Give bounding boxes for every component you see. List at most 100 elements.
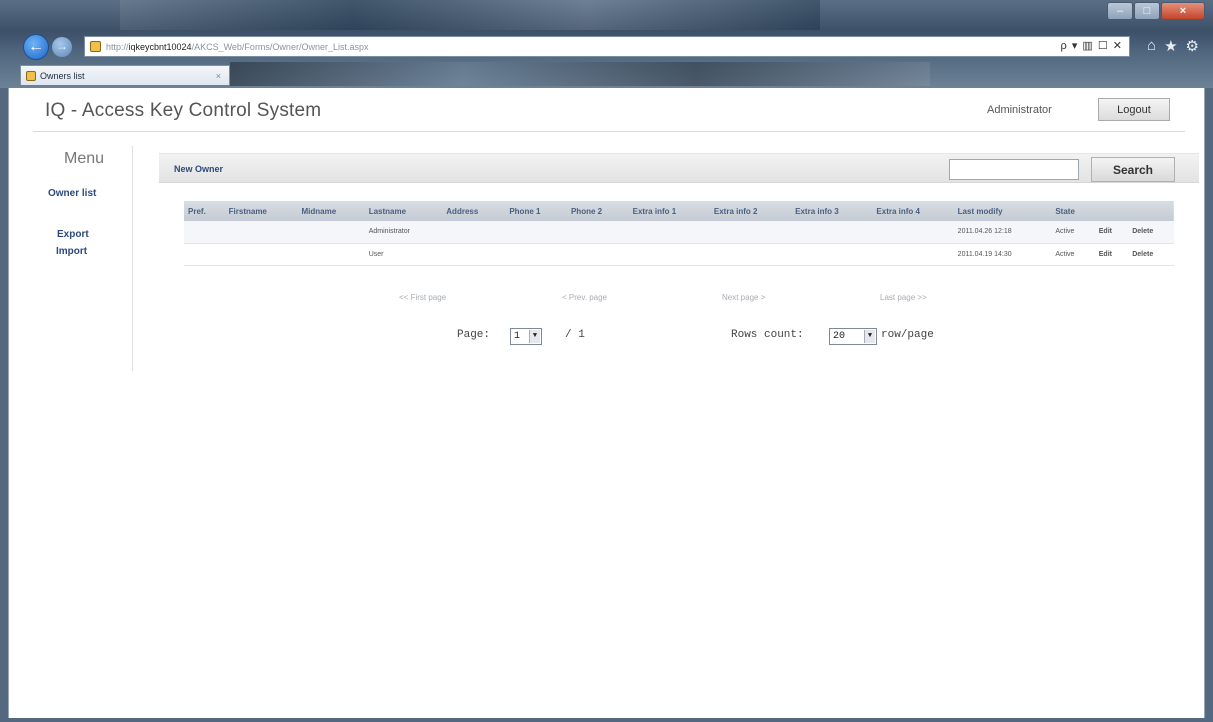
column-header[interactable]: Phone 2 [567, 201, 629, 221]
window-frame-bottom [0, 718, 1213, 722]
window-controls: – □ × [1106, 2, 1205, 20]
chevron-down-icon: ▼ [529, 330, 540, 343]
column-header[interactable]: Extra info 3 [791, 201, 872, 221]
column-header[interactable]: Phone 1 [505, 201, 567, 221]
cell-firstname [224, 243, 298, 266]
column-header[interactable]: Pref. [184, 201, 225, 221]
cell-lastname: User [364, 243, 443, 266]
cell-phone1 [505, 243, 567, 266]
page-label: Page: [457, 329, 491, 341]
column-header[interactable]: State [1051, 201, 1094, 221]
column-header[interactable]: Midname [297, 201, 364, 221]
tab-label: Owners list [40, 70, 85, 81]
tab-owners-list[interactable]: Owners list × [20, 65, 230, 85]
menu-item-import[interactable]: Import [56, 246, 87, 257]
page-icon [26, 70, 36, 81]
page-icon [90, 41, 101, 52]
favorites-icon[interactable]: ★ [1164, 37, 1177, 55]
forward-button[interactable]: → [52, 37, 72, 57]
tab-close-icon[interactable]: × [216, 71, 221, 81]
cell-lastname: Administrator [364, 221, 443, 244]
cell-extra4 [872, 243, 954, 266]
column-header[interactable]: Firstname [225, 201, 298, 221]
cell-extra1 [628, 243, 710, 266]
cell-phone1 [505, 221, 567, 244]
url-prefix: http:// [106, 41, 129, 52]
menu-title: Menu [64, 150, 105, 167]
url-host: iqkeycbnt10024 [128, 41, 192, 52]
table-header-row: Pref. Firstname Midname Lastname Address… [184, 201, 1174, 221]
close-window-button[interactable]: × [1161, 2, 1205, 20]
cell-extra3 [791, 243, 873, 266]
menu-divider [132, 146, 133, 371]
rows-count-select[interactable]: 20 ▼ [829, 328, 877, 345]
column-header[interactable]: Extra info 4 [872, 201, 953, 221]
action-bar: New Owner Search [159, 153, 1199, 183]
page-select-value: 1 [514, 331, 521, 342]
rows-per-page-label: row/page [881, 329, 934, 341]
logout-button[interactable]: Logout [1098, 98, 1170, 121]
new-owner-link[interactable]: New Owner [174, 164, 223, 174]
next-page-link[interactable]: Next page > [722, 293, 765, 302]
address-tools[interactable]: ρ ▾ ▥ ☐ ✕ [1061, 39, 1123, 52]
cell-firstname [224, 221, 298, 244]
cell-pref [184, 243, 225, 266]
rows-count-value: 20 [833, 331, 846, 342]
page-viewport: IQ - Access Key Control System Administr… [8, 88, 1205, 718]
maximize-button[interactable]: □ [1134, 2, 1160, 20]
menu-item-owner-list[interactable]: Owner list [48, 188, 96, 199]
window-frame-left [0, 88, 8, 718]
edit-link[interactable]: Edit [1094, 243, 1129, 266]
cell-address [442, 221, 506, 244]
browser-toolbar: ⌂ ★ ⚙ [1147, 37, 1199, 55]
cell-midname [297, 243, 365, 266]
tools-icon[interactable]: ⚙ [1186, 37, 1199, 55]
menu-item-export[interactable]: Export [57, 229, 89, 240]
column-header[interactable]: Last modify [954, 201, 1052, 221]
search-input[interactable] [949, 159, 1079, 180]
edit-link[interactable]: Edit [1094, 221, 1129, 244]
table-row: Administrator 2011.04.26 12:18 Active Ed… [184, 221, 1174, 244]
chevron-down-icon: ▼ [864, 330, 875, 343]
window-frame-right [1205, 88, 1213, 718]
column-header[interactable]: Lastname [365, 201, 443, 221]
column-header[interactable]: Address [442, 201, 505, 221]
prev-page-link[interactable]: < Prev. page [562, 293, 607, 302]
minimize-button[interactable]: – [1107, 2, 1133, 20]
cell-phone2 [566, 221, 629, 244]
page-total: / 1 [565, 329, 585, 341]
column-header [1128, 201, 1174, 221]
cell-extra4 [872, 221, 954, 244]
cell-last-modify: 2011.04.19 14:30 [953, 243, 1052, 266]
column-header[interactable]: Extra info 2 [710, 201, 791, 221]
cell-address [442, 243, 506, 266]
current-user: Administrator [987, 104, 1052, 116]
owners-table: Pref. Firstname Midname Lastname Address… [184, 201, 1174, 266]
delete-link[interactable]: Delete [1128, 221, 1174, 244]
address-url[interactable]: http://iqkeycbnt10024/AKCS_Web/Forms/Own… [106, 42, 986, 52]
back-button[interactable]: ← [23, 34, 49, 60]
last-page-link[interactable]: Last page >> [880, 293, 927, 302]
first-page-link[interactable]: << First page [399, 293, 446, 302]
search-button[interactable]: Search [1091, 157, 1175, 182]
cell-phone2 [566, 243, 629, 266]
cell-extra2 [709, 243, 792, 266]
cell-state: Active [1051, 221, 1095, 244]
browser-chrome: – □ × ← → http://iqkeycbnt10024/AKCS_Web… [0, 0, 1213, 88]
home-icon[interactable]: ⌂ [1147, 37, 1156, 55]
cell-state: Active [1051, 243, 1095, 266]
column-header[interactable]: Extra info 1 [629, 201, 710, 221]
page-title: IQ - Access Key Control System [45, 100, 322, 121]
table-row: User 2011.04.19 14:30 Active Edit Delete [184, 243, 1174, 266]
url-path: /AKCS_Web/Forms/Owner/Owner_List.aspx [191, 41, 369, 52]
address-bar[interactable]: http://iqkeycbnt10024/AKCS_Web/Forms/Own… [84, 36, 1130, 57]
column-header [1095, 201, 1128, 221]
cell-extra2 [709, 221, 792, 244]
page-select[interactable]: 1 ▼ [510, 328, 542, 345]
delete-link[interactable]: Delete [1128, 243, 1174, 266]
cell-midname [297, 221, 365, 244]
rows-count-label: Rows count: [731, 329, 804, 341]
cell-extra3 [791, 221, 873, 244]
cell-extra1 [628, 221, 710, 244]
cell-pref [184, 221, 225, 244]
